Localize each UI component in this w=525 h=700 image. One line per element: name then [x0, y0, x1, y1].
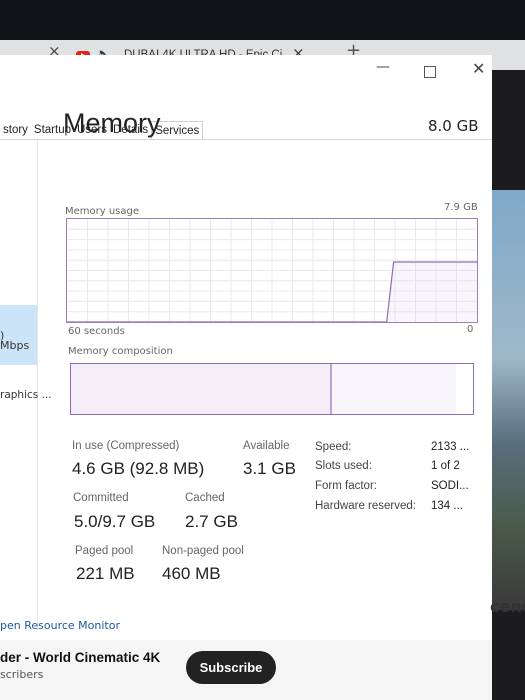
tab-divider	[0, 139, 492, 140]
subscriber-count: scribers	[0, 668, 44, 681]
composition-segment-in-use	[71, 364, 331, 414]
slots-value: 1 of 2	[431, 460, 460, 472]
composition-segment-free	[456, 364, 473, 414]
in-use-value: 4.6 GB (92.8 MB)	[72, 459, 205, 478]
form-factor-value: SODI...	[431, 480, 469, 492]
memory-usage-svg	[67, 219, 477, 322]
video-overlay-text: cene	[490, 597, 525, 616]
speed-label: Speed:	[315, 441, 352, 453]
available-value: 3.1 GB	[243, 459, 296, 478]
maximize-button[interactable]	[424, 66, 436, 78]
nonpaged-pool-label: Non-paged pool	[162, 545, 244, 557]
desktop-background-top	[0, 0, 525, 42]
paged-pool-label: Paged pool	[75, 545, 134, 557]
time-axis-label: 60 seconds	[68, 326, 125, 337]
channel-name[interactable]: der - World Cinematic 4K	[0, 650, 160, 665]
open-resource-monitor-link[interactable]: pen Resource Monitor	[0, 619, 120, 632]
hardware-reserved-value: 134 ...	[431, 500, 463, 512]
hardware-reserved-label: Hardware reserved:	[315, 500, 416, 512]
usage-chart-max: 7.9 GB	[444, 202, 478, 213]
sidebar-item-memory[interactable]: )	[0, 305, 37, 365]
committed-label: Committed	[73, 492, 129, 504]
subscribe-button[interactable]: Subscribe	[186, 651, 276, 684]
speed-value: 2133 ...	[431, 441, 470, 453]
background-video-frame	[492, 190, 525, 610]
memory-composition-bar	[70, 363, 474, 415]
nonpaged-pool-value: 460 MB	[162, 564, 221, 583]
committed-value: 5.0/9.7 GB	[74, 512, 156, 531]
close-window-button[interactable]: ✕	[472, 59, 485, 78]
memory-usage-chart	[66, 218, 478, 323]
form-factor-label: Form factor:	[315, 480, 377, 492]
composition-segment-standby	[332, 364, 458, 414]
paged-pool-value: 221 MB	[76, 564, 135, 583]
composition-label: Memory composition	[68, 346, 173, 357]
sidebar-item-gpu[interactable]: raphics ...	[0, 389, 52, 401]
sidebar-item-network[interactable]: Mbps	[0, 339, 29, 352]
in-use-label: In use (Compressed)	[72, 440, 180, 452]
tab-app-history[interactable]: story	[0, 121, 31, 139]
title-bar: — ✕	[0, 55, 492, 87]
page-title: Memory	[63, 108, 161, 138]
minimize-button[interactable]: —	[376, 59, 390, 75]
usage-chart-label: Memory usage	[65, 206, 140, 217]
total-memory: 8.0 GB	[428, 117, 479, 135]
available-label: Available	[243, 440, 290, 452]
performance-sidebar: )	[0, 140, 38, 630]
cached-label: Cached	[185, 492, 225, 504]
time-axis-end: 0	[467, 324, 474, 335]
slots-label: Slots used:	[315, 460, 372, 472]
cached-value: 2.7 GB	[185, 512, 238, 531]
